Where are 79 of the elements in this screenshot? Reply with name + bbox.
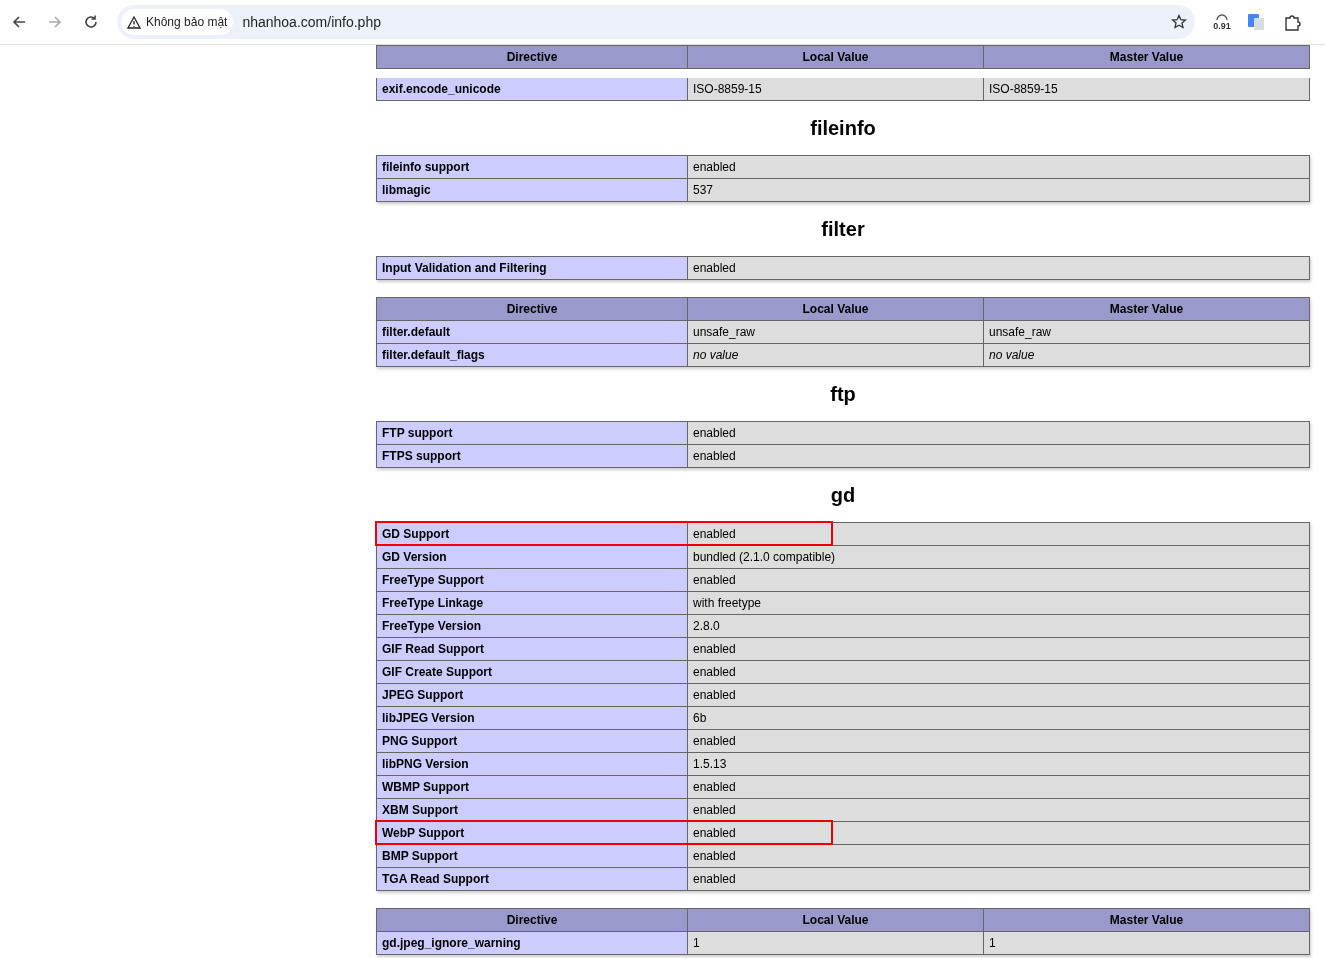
label-cell: JPEG Support xyxy=(377,684,688,707)
url-text: nhanhoa.com/info.php xyxy=(242,12,381,32)
forward-icon xyxy=(47,14,63,30)
label-cell: libJPEG Version xyxy=(377,707,688,730)
label-cell: libPNG Version xyxy=(377,753,688,776)
value-cell: enabled xyxy=(688,776,1310,799)
section-title: ftp xyxy=(829,382,857,407)
label-cell: GD Support xyxy=(377,523,688,546)
label-cell: Input Validation and Filtering xyxy=(377,257,688,280)
value-cell: enabled xyxy=(688,257,1310,280)
label-cell: GIF Read Support xyxy=(377,638,688,661)
value-cell: enabled xyxy=(688,868,1310,891)
label-cell: fileinfo support xyxy=(377,156,688,179)
star-icon[interactable] xyxy=(1171,14,1187,30)
value-cell: with freetype xyxy=(688,592,1310,615)
warning-icon xyxy=(127,15,141,29)
value-cell: bundled (2.1.0 compatible) xyxy=(688,546,1310,569)
security-chip[interactable]: Không bảo mật xyxy=(121,9,234,35)
label-cell: WebP Support xyxy=(377,822,688,845)
column-header: Master Value xyxy=(984,46,1310,69)
directive-cell: gd.jpeg_ignore_warning xyxy=(377,932,688,955)
label-cell: XBM Support xyxy=(377,799,688,822)
label-cell: FreeType Version xyxy=(377,615,688,638)
reload-icon xyxy=(83,14,99,30)
label-cell: PNG Support xyxy=(377,730,688,753)
value-cell: 1 xyxy=(984,932,1310,955)
label-cell: libmagic xyxy=(377,179,688,202)
value-cell: enabled xyxy=(688,845,1310,868)
value-cell: 2.8.0 xyxy=(688,615,1310,638)
value-cell: unsafe_raw xyxy=(984,321,1310,344)
speed-icon[interactable] xyxy=(1215,13,1229,21)
value-cell: enabled xyxy=(688,523,1310,546)
value-cell: enabled xyxy=(688,422,1310,445)
extensions-icon[interactable] xyxy=(1284,13,1301,31)
directive-cell: filter.default xyxy=(377,321,688,344)
column-header: Local Value xyxy=(688,909,984,932)
column-header: Local Value xyxy=(688,298,984,321)
value-cell: 6b xyxy=(688,707,1310,730)
column-header: Local Value xyxy=(688,46,984,69)
label-cell: WBMP Support xyxy=(377,776,688,799)
value-cell: enabled xyxy=(688,156,1310,179)
column-header: Master Value xyxy=(984,298,1310,321)
value-cell: ISO-8859-15 xyxy=(688,78,984,101)
value-cell: no value xyxy=(984,344,1310,367)
value-cell: no value xyxy=(688,344,984,367)
directive-cell: exif.encode_unicode xyxy=(377,78,688,101)
value-cell: enabled xyxy=(688,661,1310,684)
value-cell: enabled xyxy=(688,730,1310,753)
column-header: Directive xyxy=(377,46,688,69)
value-cell: 1.5.13 xyxy=(688,753,1310,776)
directive-cell: filter.default_flags xyxy=(377,344,688,367)
column-header: Master Value xyxy=(984,909,1310,932)
value-cell: enabled xyxy=(688,822,1310,845)
label-cell: GD Version xyxy=(377,546,688,569)
speed-reading: 0.91 xyxy=(1213,21,1231,31)
address-bar[interactable]: Không bảo mật nhanhoa.com/info.php xyxy=(117,5,1195,39)
label-cell: FTP support xyxy=(377,422,688,445)
label-cell: BMP Support xyxy=(377,845,688,868)
section-title: gd xyxy=(829,483,857,508)
label-cell: GIF Create Support xyxy=(377,661,688,684)
value-cell: ISO-8859-15 xyxy=(984,78,1310,101)
value-cell: enabled xyxy=(688,799,1310,822)
value-cell: enabled xyxy=(688,569,1310,592)
label-cell: FTPS support xyxy=(377,445,688,468)
value-cell: unsafe_raw xyxy=(688,321,984,344)
value-cell: 537 xyxy=(688,179,1310,202)
value-cell: enabled xyxy=(688,638,1310,661)
translate-icon[interactable] xyxy=(1247,13,1265,31)
column-header: Directive xyxy=(377,909,688,932)
value-cell: 1 xyxy=(688,932,984,955)
label-cell: FreeType Support xyxy=(377,569,688,592)
label-cell: TGA Read Support xyxy=(377,868,688,891)
section-title: fileinfo xyxy=(809,116,877,141)
value-cell: enabled xyxy=(688,684,1310,707)
value-cell: enabled xyxy=(688,445,1310,468)
back-icon xyxy=(11,14,27,30)
column-header: Directive xyxy=(377,298,688,321)
section-title: filter xyxy=(820,217,866,242)
label-cell: FreeType Linkage xyxy=(377,592,688,615)
